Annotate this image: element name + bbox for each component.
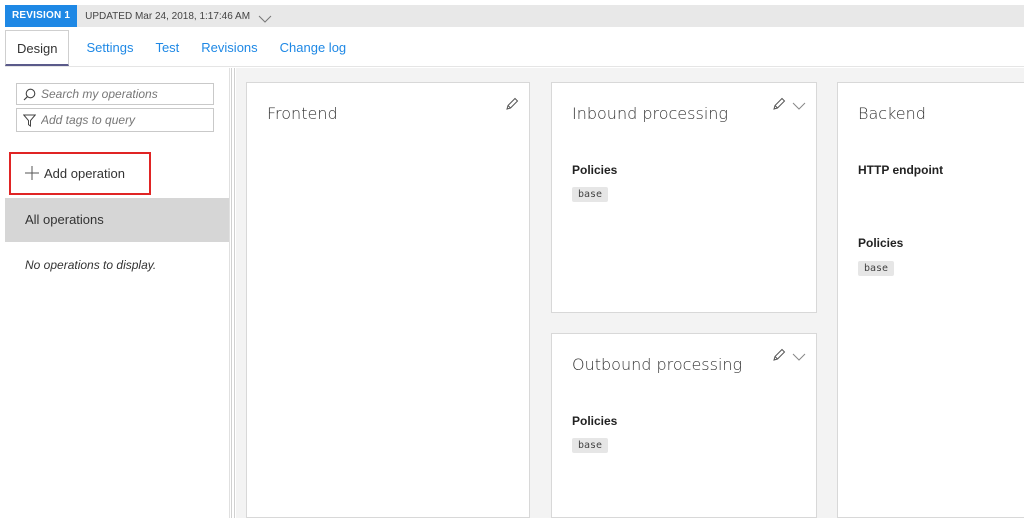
add-operation-button[interactable]: Add operation [9, 152, 151, 195]
tab-change-log[interactable]: Change log [269, 30, 358, 66]
frontend-card: Frontend [246, 82, 530, 518]
inbound-actions [772, 97, 806, 116]
chevron-down-icon[interactable] [792, 349, 806, 367]
design-canvas: Frontend Inbound processing Policies bas… [236, 68, 1024, 518]
outbound-actions [772, 348, 806, 367]
frontend-title: Frontend [267, 104, 338, 123]
tag-query-input[interactable] [41, 113, 211, 127]
search-input[interactable] [41, 87, 211, 101]
outbound-card: Outbound processing Policies base [551, 333, 817, 518]
chevron-down-icon[interactable] [258, 11, 272, 23]
backend-policies-label: Policies [858, 236, 904, 250]
revision-bar: REVISION 1 UPDATED Mar 24, 2018, 1:17:46… [5, 5, 1024, 27]
tag-query-box [16, 108, 214, 132]
tab-revisions[interactable]: Revisions [190, 30, 268, 66]
inbound-policies-label: Policies [572, 163, 618, 177]
backend-endpoint-label: HTTP endpoint [858, 163, 944, 177]
empty-operations-message: No operations to display. [25, 258, 157, 272]
backend-title: Backend [858, 104, 926, 123]
tab-design[interactable]: Design [5, 30, 70, 66]
all-operations-item[interactable]: All operations [5, 198, 229, 242]
tab-settings[interactable]: Settings [75, 30, 144, 66]
tab-bar: Design Settings Test Revisions Change lo… [5, 30, 1024, 67]
revision-badge: REVISION 1 [5, 5, 78, 27]
plus-icon [25, 164, 39, 184]
backend-card: Backend HTTP endpoint Policies base [837, 82, 1024, 518]
revision-updated-text: UPDATED Mar 24, 2018, 1:17:46 AM [85, 10, 251, 22]
pencil-icon[interactable] [505, 97, 519, 116]
search-icon [23, 88, 36, 101]
filter-icon [23, 114, 36, 127]
outbound-policies-label: Policies [572, 414, 618, 428]
operations-sidebar: Add operation All operations No operatio… [5, 68, 230, 518]
panel-splitter[interactable] [231, 68, 235, 518]
pencil-icon[interactable] [772, 97, 786, 116]
pencil-icon[interactable] [772, 348, 786, 367]
backend-policy-badge[interactable]: base [858, 261, 895, 276]
tab-test[interactable]: Test [144, 30, 190, 66]
search-box [16, 83, 214, 105]
outbound-title: Outbound processing [572, 355, 743, 374]
frontend-actions [505, 97, 519, 116]
inbound-title: Inbound processing [572, 104, 728, 123]
outbound-policy-badge[interactable]: base [572, 438, 609, 453]
inbound-policy-badge[interactable]: base [572, 187, 609, 202]
inbound-card: Inbound processing Policies base [551, 82, 817, 313]
add-operation-label: Add operation [44, 166, 125, 181]
chevron-down-icon[interactable] [792, 98, 806, 116]
